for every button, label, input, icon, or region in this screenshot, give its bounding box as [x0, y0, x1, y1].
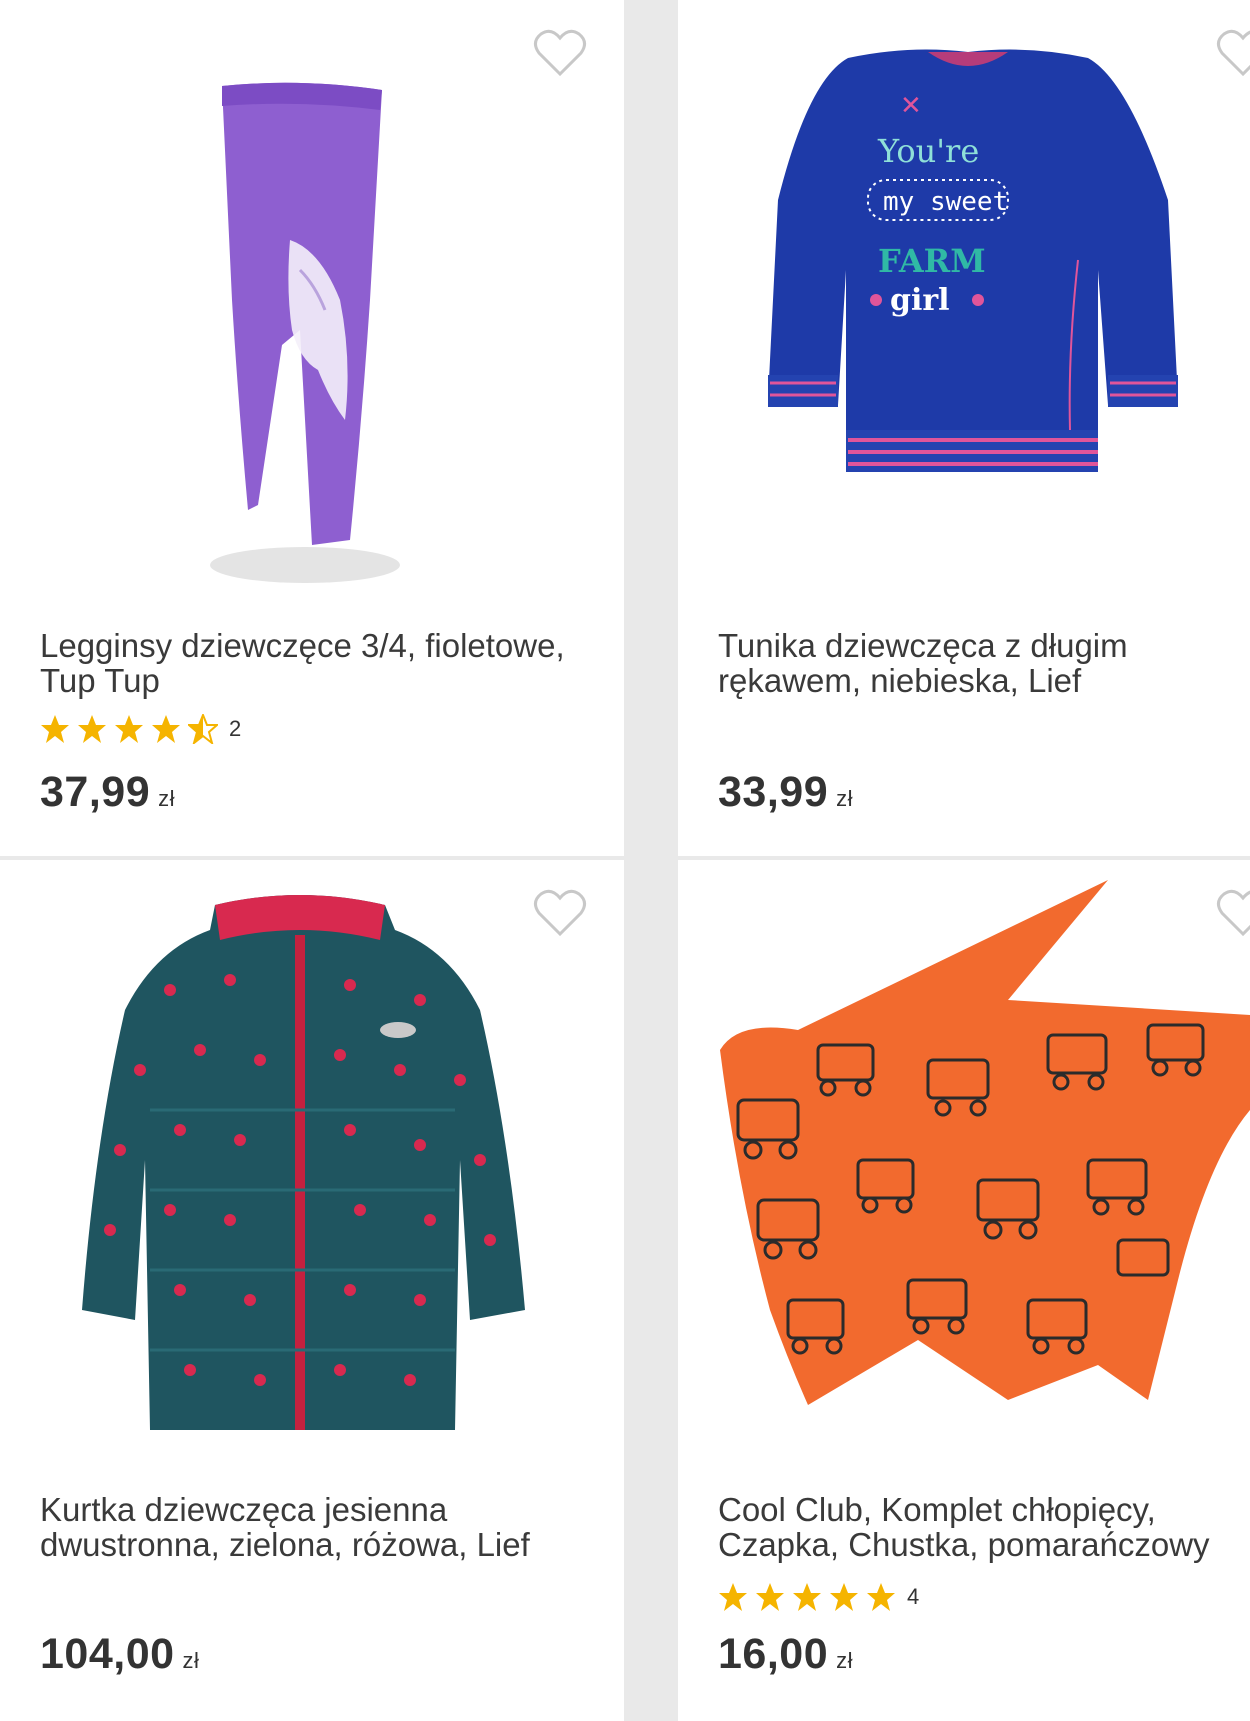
print-text-2: my sweet: [883, 187, 1008, 217]
star-icon: [41, 715, 69, 743]
currency: zł: [836, 1648, 853, 1673]
product-title[interactable]: Tunika dziewczęca z długim rękawem, nieb…: [718, 628, 1250, 698]
star-icon: [756, 1583, 784, 1611]
print-text-1: You're: [877, 132, 979, 170]
product-image[interactable]: [0, 0, 624, 600]
product-card[interactable]: Legginsy dziewczęce 3/4, fioletowe, Tup …: [0, 0, 624, 856]
favorite-heart-icon[interactable]: [1216, 28, 1250, 78]
price-value: 104,00: [40, 1630, 175, 1678]
favorite-heart-icon[interactable]: [533, 888, 587, 938]
product-image[interactable]: [0, 860, 624, 1460]
product-card[interactable]: Cool Club, Komplet chłopięcy, Czapka, Ch…: [678, 860, 1250, 1721]
favorite-heart-icon[interactable]: [1216, 888, 1250, 938]
product-title[interactable]: Cool Club, Komplet chłopięcy, Czapka, Ch…: [718, 1492, 1250, 1562]
currency: zł: [158, 786, 175, 811]
star-icon: [115, 715, 143, 743]
product-card[interactable]: Kurtka dziewczęca jesienna dwustronna, z…: [0, 860, 624, 1721]
price-value: 16,00: [718, 1630, 829, 1678]
star-icon: [78, 715, 106, 743]
favorite-heart-icon[interactable]: [533, 28, 587, 78]
product-card[interactable]: ✕ You're my sweet FARM girl Tunika dziew…: [678, 0, 1250, 856]
product-grid: Legginsy dziewczęce 3/4, fioletowe, Tup …: [0, 0, 1250, 1721]
star-icon: [830, 1583, 858, 1611]
price-value: 33,99: [718, 768, 829, 816]
product-title[interactable]: Legginsy dziewczęce 3/4, fioletowe, Tup …: [40, 628, 600, 698]
star-icon: [793, 1583, 821, 1611]
currency: zł: [182, 1648, 200, 1673]
currency: zł: [836, 786, 853, 811]
product-title[interactable]: Kurtka dziewczęca jesienna dwustronna, z…: [40, 1492, 600, 1562]
product-price: 16,00 zł: [718, 1630, 853, 1679]
product-price: 104,00 zł: [40, 1630, 199, 1679]
print-text-3: FARM: [878, 242, 986, 280]
product-price: 37,99 zł: [40, 768, 175, 817]
half-star-icon: [188, 714, 218, 744]
svg-text:✕: ✕: [900, 91, 922, 121]
star-icon: [867, 1583, 895, 1611]
price-value: 37,99: [40, 768, 151, 816]
review-count: 2: [229, 716, 242, 741]
rating: 4: [718, 1580, 919, 1614]
rating: 2: [40, 712, 241, 746]
product-image[interactable]: [678, 860, 1250, 1460]
product-price: 33,99 zł: [718, 768, 853, 817]
review-count: 4: [907, 1584, 920, 1609]
star-icon: [152, 715, 180, 743]
product-image[interactable]: ✕ You're my sweet FARM girl: [678, 0, 1250, 600]
star-icon: [719, 1583, 747, 1611]
print-text-4: girl: [890, 283, 950, 318]
